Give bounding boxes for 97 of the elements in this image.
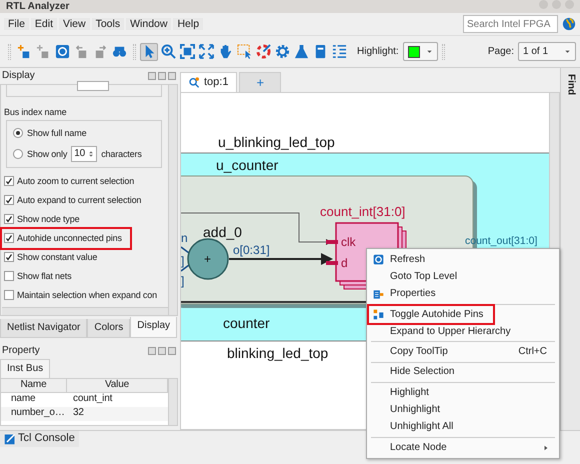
vertical-scrollbar[interactable]: [168, 379, 177, 425]
menu-item[interactable]: Expand to Upper Hierarchy: [369, 323, 557, 340]
settings-icon[interactable]: [273, 42, 291, 60]
globe-icon[interactable]: [562, 17, 576, 31]
checkbox-label: Show flat nets: [17, 270, 72, 282]
menu-item[interactable]: Edit: [30, 18, 58, 30]
caret-icon: [426, 48, 433, 55]
menu-item[interactable]: Unhighlight All: [369, 418, 557, 436]
search-icon: [189, 77, 200, 88]
pin-label: d: [341, 256, 348, 270]
menu-item[interactable]: File: [4, 18, 29, 30]
window-title: RTL Analyzer: [6, 0, 70, 12]
instance-label: u_counter: [216, 157, 278, 173]
panel-tab[interactable]: Netlist Navigator: [0, 319, 88, 338]
add-tab-button[interactable]: +: [239, 72, 282, 92]
list-icon[interactable]: [330, 42, 348, 60]
checkbox-label: Auto expand to current selection: [17, 194, 142, 206]
node-label: add_0: [203, 224, 242, 240]
panel-tab[interactable]: Inst Bus: [0, 359, 50, 378]
menu-item[interactable]: Copy ToolTip Ctrl+C: [369, 343, 557, 361]
checkbox[interactable]: [4, 290, 14, 300]
caret-icon: [564, 48, 571, 55]
submenu-arrow-icon: [543, 444, 549, 451]
pin-label: ]: [181, 254, 184, 268]
checkbox-label: Maintain selection when expand con: [17, 290, 157, 301]
module-type-label: blinking_led_top: [227, 345, 328, 361]
expand-icon[interactable]: [197, 42, 215, 60]
refresh-icon: [373, 254, 384, 266]
page-label: Page:: [488, 46, 514, 58]
option-label: Show only: [27, 148, 68, 160]
console-tab[interactable]: Tcl Console: [0, 431, 79, 447]
pin-label: clk: [341, 235, 356, 249]
menu-item[interactable]: Refresh: [369, 251, 557, 268]
view-tab[interactable]: top:1: [180, 72, 238, 92]
palette-icon[interactable]: [254, 42, 272, 60]
adder-node: [187, 238, 229, 280]
shortcut-label: Ctrl+C: [518, 346, 547, 358]
properties-icon: [373, 288, 384, 300]
column-header[interactable]: Value: [67, 379, 168, 393]
search-field[interactable]: Search Intel FPGA: [463, 15, 558, 33]
highlight-color-dropdown[interactable]: [402, 42, 438, 61]
highlight-label: Highlight:: [357, 46, 399, 58]
panel-title: Display: [2, 70, 35, 82]
menu-item[interactable]: Goto Top Level: [369, 268, 557, 286]
column-header[interactable]: Name: [1, 379, 67, 393]
checkbox[interactable]: [4, 233, 14, 244]
port-label: o[0:31]: [233, 243, 270, 257]
refresh-icon[interactable]: [53, 42, 71, 60]
menu-item[interactable]: Hide Selection: [369, 364, 557, 382]
panel-title: Property: [2, 345, 40, 357]
menu-item[interactable]: Toggle Autohide Pins: [369, 306, 494, 324]
menu-item[interactable]: Tools: [92, 18, 124, 30]
pins-icon: [373, 309, 384, 320]
zoom-in-icon[interactable]: [159, 42, 177, 60]
panel-tab[interactable]: Colors: [87, 319, 130, 338]
radio-button[interactable]: [13, 149, 23, 160]
operator-label: +: [204, 252, 212, 266]
checkbox-label: Autohide unconnected pins: [17, 232, 122, 244]
panel-tab[interactable]: Display: [130, 317, 178, 338]
checkbox-label: Auto zoom to current selection: [17, 176, 134, 187]
select-region-icon[interactable]: [235, 42, 253, 60]
fit-view-icon[interactable]: [178, 42, 196, 60]
checkbox[interactable]: [4, 252, 14, 262]
menu-item[interactable]: Locate Node: [369, 438, 557, 456]
horizontal-scrollbar[interactable]: [2, 307, 168, 315]
node-label: count_int[31:0]: [320, 204, 406, 219]
menu-item[interactable]: View: [59, 18, 90, 30]
group-title: Bus index name: [3, 107, 68, 118]
number-field[interactable]: 10: [71, 146, 98, 162]
console-icon: [4, 433, 16, 445]
instance-label: u_blinking_led_top: [218, 134, 335, 150]
menu-item[interactable]: Highlight: [369, 384, 557, 402]
page-dropdown[interactable]: 1 of 1: [518, 42, 576, 61]
checkbox-label: Show constant value: [17, 252, 98, 263]
dropdown[interactable]: [77, 81, 109, 91]
menu-item[interactable]: Unhighlight: [369, 401, 557, 419]
pin-label: ]: [181, 274, 184, 288]
menu-item[interactable]: Properties: [369, 286, 557, 303]
checkbox[interactable]: [4, 176, 14, 186]
unit-label: characters: [101, 148, 142, 160]
checkbox-label: Show node type: [17, 214, 80, 225]
pin-label: n: [181, 231, 188, 245]
table-cell: number_o…: [1, 407, 67, 421]
pointer-icon[interactable]: [140, 42, 158, 60]
radio-button[interactable]: [13, 128, 23, 138]
pin-stub: [324, 240, 340, 265]
checkbox[interactable]: [4, 271, 14, 282]
vertical-scrollbar[interactable]: [168, 85, 177, 315]
option-label: Show full name: [27, 128, 86, 139]
table-cell: 32: [67, 407, 168, 421]
module-type-label: counter: [223, 315, 270, 331]
menu-item[interactable]: Window: [126, 18, 172, 30]
menu-item[interactable]: Help: [173, 18, 204, 30]
flask-icon[interactable]: [292, 42, 310, 60]
find-panel-tab[interactable]: Find: [560, 68, 580, 430]
checkbox[interactable]: [4, 195, 14, 206]
checkbox[interactable]: [4, 214, 14, 224]
